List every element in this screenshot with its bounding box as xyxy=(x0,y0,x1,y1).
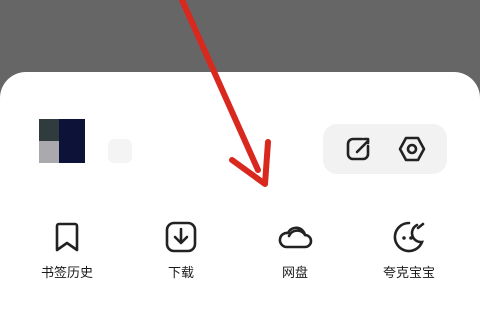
bookmark-icon xyxy=(48,218,86,256)
cloud-icon xyxy=(276,218,314,256)
avatar-tile xyxy=(39,119,59,141)
avatar-tile xyxy=(59,119,85,163)
settings-button[interactable] xyxy=(397,134,427,164)
header-action-group xyxy=(323,124,447,174)
username-label[interactable] xyxy=(108,139,132,163)
nav-item-quark-baby[interactable]: 夸克宝宝 xyxy=(369,218,449,284)
edit-button[interactable] xyxy=(343,134,373,164)
download-icon xyxy=(162,218,200,256)
nav-item-bookmarks-history[interactable]: 书签历史 xyxy=(27,218,107,284)
nav-label: 书签历史 xyxy=(40,266,93,281)
nav-label: 下载 xyxy=(167,266,194,281)
settings-icon xyxy=(398,136,426,162)
avatar-tile xyxy=(39,141,59,163)
edit-icon xyxy=(346,137,370,161)
nav-label: 夸克宝宝 xyxy=(382,266,435,281)
quark-baby-icon xyxy=(390,218,428,256)
nav-item-download[interactable]: 下载 xyxy=(141,218,221,284)
avatar[interactable] xyxy=(39,119,85,163)
nav-item-cloud-drive[interactable]: 网盘 xyxy=(255,218,335,284)
nav-label: 网盘 xyxy=(281,266,308,281)
